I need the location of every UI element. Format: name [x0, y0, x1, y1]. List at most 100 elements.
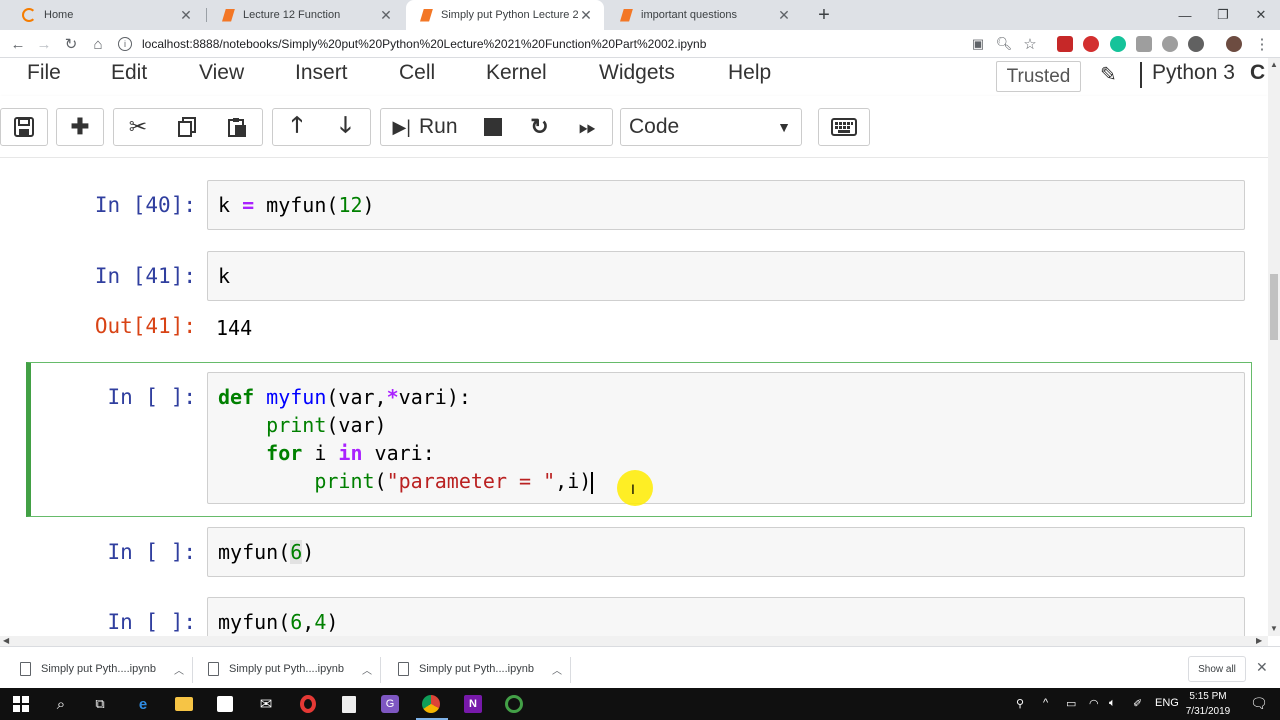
code-cell[interactable]: In [ ]: myfun(6) [26, 523, 1252, 583]
scrollbar-thumb[interactable] [1270, 274, 1278, 340]
new-tab-icon[interactable]: + [812, 3, 836, 27]
menu-insert[interactable]: Insert [295, 61, 348, 85]
insert-cell-button[interactable]: ✚ [56, 108, 104, 146]
kernel-name[interactable]: Python 3 [1152, 61, 1235, 85]
windows-start-icon[interactable] [10, 693, 32, 715]
close-icon[interactable]: ✕ [178, 7, 194, 23]
extension-icon[interactable] [1057, 36, 1073, 52]
people-icon[interactable]: ⚲ [1016, 697, 1024, 710]
trusted-indicator[interactable]: Trusted [996, 61, 1081, 92]
browser-menu-icon[interactable]: ⋮ [1252, 34, 1272, 54]
opera-icon[interactable] [297, 693, 319, 715]
chevron-up-icon[interactable]: ^ [1043, 697, 1048, 709]
code-input[interactable]: k = myfun(12) [207, 180, 1245, 230]
extension-icon[interactable] [1162, 36, 1178, 52]
notepad-icon[interactable] [338, 693, 360, 715]
wifi-icon[interactable]: ◠ [1089, 697, 1099, 710]
menu-widgets[interactable]: Widgets [599, 61, 675, 85]
download-item[interactable]: Simply put Pyth....ipynb ︿ [208, 655, 372, 683]
chevron-up-icon[interactable]: ︿ [362, 662, 372, 677]
bookmark-star-icon[interactable]: ☆ [1020, 34, 1040, 54]
code-input[interactable]: myfun(6,4) [207, 597, 1245, 636]
code-cell[interactable]: In [41]: k Out[41]: 144 [26, 246, 1252, 356]
close-icon[interactable]: ✕ [1256, 659, 1268, 676]
mail-icon[interactable]: ✉ [255, 693, 277, 715]
edit-pencil-icon[interactable]: ✎ [1100, 62, 1117, 87]
tab-home[interactable]: Home ✕ [8, 0, 204, 30]
search-icon[interactable]: ⌕ [50, 693, 72, 715]
cast-icon[interactable]: ▣ [968, 34, 988, 54]
reload-icon[interactable]: ↻ [61, 34, 81, 54]
scroll-right-icon[interactable]: ▶ [1256, 636, 1262, 645]
forward-icon[interactable]: → [34, 34, 54, 54]
language-indicator[interactable]: ENG [1155, 697, 1179, 709]
app-icon[interactable] [503, 693, 525, 715]
code-input[interactable]: k [207, 251, 1245, 301]
maximize-icon[interactable]: ❐ [1204, 0, 1242, 30]
restart-run-all-button[interactable]: ⏩︎ [563, 108, 613, 146]
app-icon[interactable]: G [379, 693, 401, 715]
edge-icon[interactable]: e [132, 693, 154, 715]
interrupt-button[interactable] [469, 108, 517, 146]
task-view-icon[interactable]: ⧉ [89, 693, 111, 715]
store-icon[interactable] [214, 693, 236, 715]
adblock-icon[interactable] [1083, 36, 1099, 52]
code-input[interactable]: def myfun(var,*vari): print(var) for i i… [207, 372, 1245, 504]
extension-icon[interactable] [1136, 36, 1152, 52]
horizontal-scrollbar[interactable]: ◀ ▶ [0, 636, 1268, 646]
copy-button[interactable] [162, 108, 212, 146]
back-icon[interactable]: ← [8, 34, 28, 54]
command-palette-button[interactable] [818, 108, 870, 146]
move-up-button[interactable]: 🡑 [272, 108, 322, 146]
menu-edit[interactable]: Edit [111, 61, 147, 85]
cut-button[interactable]: ✂ [113, 108, 163, 146]
paste-button[interactable] [211, 108, 263, 146]
cell-type-select[interactable]: Code ▼ [620, 108, 802, 146]
menu-kernel[interactable]: Kernel [486, 61, 547, 85]
chevron-up-icon[interactable]: ︿ [552, 662, 562, 677]
zoom-icon[interactable]: 🔍︎ [994, 34, 1014, 54]
vertical-scrollbar[interactable]: ▲ ▼ [1268, 58, 1280, 636]
move-down-button[interactable]: 🡓 [321, 108, 371, 146]
chevron-up-icon[interactable]: ︿ [174, 662, 184, 677]
menu-help[interactable]: Help [728, 61, 771, 85]
menu-view[interactable]: View [199, 61, 244, 85]
download-item[interactable]: Simply put Pyth....ipynb ︿ [20, 655, 184, 683]
battery-icon[interactable]: ▭ [1066, 697, 1076, 710]
profile-avatar[interactable] [1226, 36, 1242, 52]
save-button[interactable] [0, 108, 48, 146]
grammarly-icon[interactable] [1110, 36, 1126, 52]
close-icon[interactable]: ✕ [578, 7, 594, 23]
notifications-icon[interactable]: 🗨︎ [1250, 695, 1268, 712]
minimize-icon[interactable]: — [1166, 0, 1204, 30]
run-button[interactable]: ▶︎| Run [380, 108, 470, 146]
scroll-up-icon[interactable]: ▲ [1270, 60, 1278, 69]
code-token: print [314, 469, 375, 493]
system-clock[interactable]: 5:15 PM 7/31/2019 [1178, 689, 1238, 719]
address-bar[interactable]: i localhost:8888/notebooks/Simply%20put%… [118, 33, 1048, 55]
volume-icon[interactable]: 🔈︎ [1109, 697, 1116, 710]
download-item[interactable]: Simply put Pyth....ipynb ︿ [398, 655, 562, 683]
file-explorer-icon[interactable] [173, 693, 195, 715]
show-all-button[interactable]: Show all [1188, 656, 1246, 682]
site-info-icon[interactable]: i [118, 37, 132, 51]
menu-file[interactable]: File [27, 61, 61, 85]
code-input[interactable]: myfun(6) [207, 527, 1245, 577]
tab-lecture-21[interactable]: Simply put Python Lecture 21 Fu ✕ [406, 0, 604, 30]
tab-lecture-12[interactable]: Lecture 12 Function ✕ [208, 0, 404, 30]
extension-icon[interactable] [1188, 36, 1204, 52]
home-icon[interactable]: ⌂ [88, 34, 108, 54]
onenote-icon[interactable]: N [462, 693, 484, 715]
close-icon[interactable]: ✕ [378, 7, 394, 23]
window-close-icon[interactable]: ✕ [1242, 0, 1280, 30]
pen-icon[interactable]: ✐ [1133, 697, 1142, 710]
code-cell[interactable]: In [40]: k = myfun(12) [26, 176, 1252, 236]
scroll-down-icon[interactable]: ▼ [1270, 624, 1278, 633]
scroll-left-icon[interactable]: ◀ [3, 636, 9, 645]
chrome-icon[interactable] [420, 693, 442, 715]
menu-cell[interactable]: Cell [399, 61, 435, 85]
tab-important-questions[interactable]: important questions ✕ [606, 0, 802, 30]
close-icon[interactable]: ✕ [776, 7, 792, 23]
restart-button[interactable]: ↻ [516, 108, 564, 146]
code-cell[interactable]: In [ ]: myfun(6,4) [26, 594, 1252, 636]
